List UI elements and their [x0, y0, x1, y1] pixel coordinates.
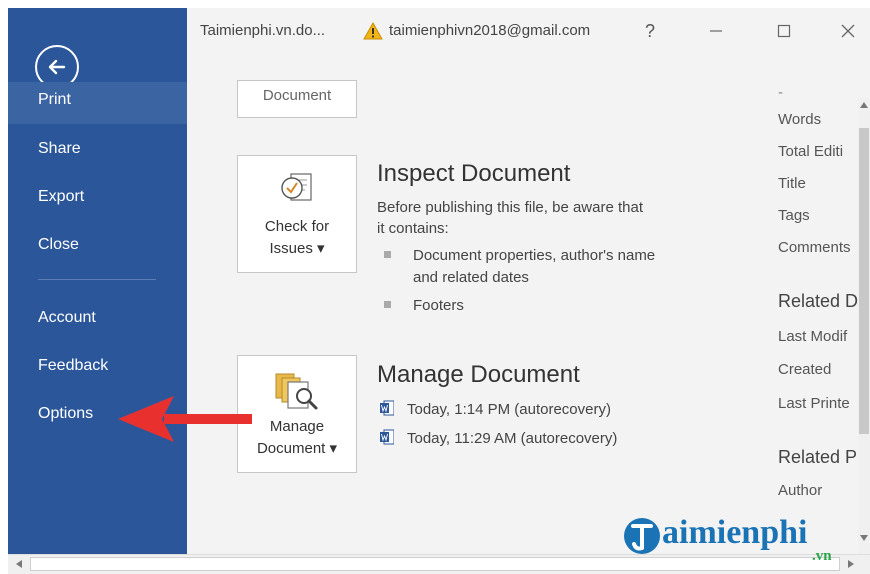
backstage-window: Print Share Export Close Account Feedbac…	[8, 8, 870, 574]
annotation-arrow	[118, 396, 252, 442]
nav-print[interactable]: Print	[8, 82, 187, 124]
bullet-icon	[384, 301, 391, 308]
scroll-left-icon[interactable]	[16, 560, 22, 568]
minimize-button[interactable]	[696, 16, 736, 46]
document-title: Taimienphi.vn.do...	[200, 22, 326, 39]
property-comments[interactable]: Comments	[778, 239, 851, 256]
property-title[interactable]: Title	[778, 175, 806, 192]
inspect-description-line2: it contains:	[377, 220, 449, 237]
nav-feedback-label: Feedback	[38, 357, 109, 374]
word-document-icon	[380, 429, 394, 445]
warning-icon[interactable]	[363, 22, 383, 40]
maximize-button[interactable]	[764, 16, 804, 46]
property-total-editing: Total Editi	[778, 143, 844, 160]
property-words: Words	[778, 111, 822, 128]
nav-options-label: Options	[38, 405, 94, 422]
help-button[interactable]: ?	[630, 16, 670, 46]
manage-document-title: Manage Document	[377, 361, 580, 388]
inspect-bullet-1-line2: and related dates	[413, 269, 529, 286]
nav-account[interactable]: Account	[8, 295, 187, 341]
nav-print-label: Print	[38, 91, 71, 108]
logo-wordmark: aimienphi	[662, 514, 808, 551]
property-author: Author	[778, 482, 823, 499]
check-for-issues-line2: Issues ▾	[269, 240, 325, 257]
word-document-icon	[380, 400, 394, 416]
nav-share-label: Share	[38, 140, 81, 157]
property-created: Created	[778, 361, 832, 378]
nav-divider	[38, 279, 156, 280]
inspect-document-icon	[281, 173, 312, 201]
scroll-up-icon[interactable]	[860, 102, 868, 108]
version-item-1[interactable]: Today, 1:14 PM (autorecovery)	[407, 399, 611, 420]
protect-document-label: Document	[262, 87, 332, 104]
nav-close[interactable]: Close	[8, 222, 187, 268]
inspect-document-title: Inspect Document	[377, 160, 571, 187]
inspect-bullet-2: Footers	[413, 297, 464, 314]
close-icon	[841, 24, 855, 38]
property-last-modified: Last Modif	[778, 328, 848, 345]
nav-share[interactable]: Share	[8, 126, 187, 172]
nav-feedback[interactable]: Feedback	[8, 343, 187, 389]
check-for-issues-line1: Check for	[264, 218, 330, 235]
protect-document-card[interactable]: Document	[237, 80, 357, 118]
property-partial: -	[778, 84, 783, 101]
minimize-icon	[710, 30, 722, 32]
nav-export-label: Export	[38, 188, 85, 205]
manage-document-icon	[275, 373, 318, 410]
vertical-scrollbar-thumb[interactable]	[859, 128, 869, 434]
maximize-icon	[777, 24, 791, 38]
bullet-icon	[384, 251, 391, 258]
related-people-header: Related P	[778, 447, 858, 467]
property-last-printed: Last Printe	[778, 395, 850, 412]
property-tags[interactable]: Tags	[778, 207, 810, 224]
inspect-bullet-1-line1: Document properties, author's name	[413, 247, 656, 264]
nav-export[interactable]: Export	[8, 174, 187, 220]
nav-close-label: Close	[38, 236, 79, 253]
close-window-button[interactable]	[828, 16, 868, 46]
nav-account-label: Account	[38, 309, 96, 326]
related-dates-header: Related D	[778, 291, 859, 311]
account-email[interactable]: taimienphivn2018@gmail.com	[389, 22, 590, 39]
back-arrow-icon	[48, 59, 66, 75]
inspect-description-line1: Before publishing this file, be aware th…	[377, 199, 643, 216]
check-for-issues-button[interactable]: Check for Issues ▾	[237, 155, 357, 273]
version-item-2[interactable]: Today, 11:29 AM (autorecovery)	[407, 428, 617, 449]
backstage-sidebar: Print Share Export Close Account Feedbac…	[8, 8, 187, 554]
help-icon: ?	[644, 20, 655, 41]
logo-suffix: .vn	[812, 548, 832, 564]
taimienphi-logo: aimienphi .vn	[622, 508, 862, 573]
